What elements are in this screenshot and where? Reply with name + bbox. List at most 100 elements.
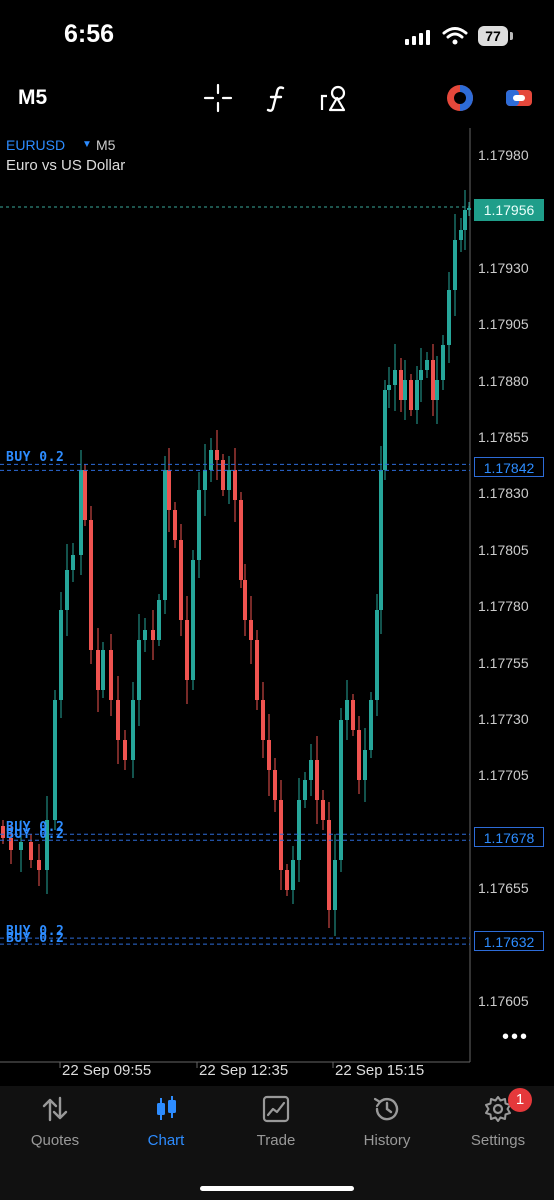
- candle-body: [379, 470, 383, 610]
- order-label[interactable]: BUY 0.2: [6, 931, 64, 946]
- candle-body: [357, 730, 361, 780]
- chart-symbol[interactable]: EURUSD: [6, 137, 65, 153]
- candle-body: [173, 510, 177, 540]
- order-label[interactable]: BUY 0.2: [6, 827, 64, 842]
- order-label[interactable]: BUY 0.2: [6, 450, 64, 465]
- chart-icon: [157, 1096, 176, 1120]
- order-lines: [0, 463, 470, 945]
- price-tick-label: 1.17730: [478, 711, 529, 727]
- more-options-icon[interactable]: •••: [502, 1026, 529, 1049]
- candle-body: [243, 580, 247, 620]
- candle-body: [393, 370, 397, 385]
- candle-body: [279, 800, 283, 870]
- candle-body: [239, 500, 243, 580]
- candle-body: [297, 800, 301, 860]
- candle-body: [203, 470, 207, 490]
- order-price-tag: 1.17842: [474, 457, 544, 478]
- settings-notification-badge: 1: [508, 1088, 532, 1112]
- candle-body: [116, 700, 120, 740]
- candle-body: [96, 650, 100, 690]
- tab-trade[interactable]: Trade: [221, 1088, 331, 1154]
- crosshair-icon[interactable]: [202, 82, 234, 114]
- candle-body: [467, 208, 471, 210]
- candle-body: [291, 860, 295, 890]
- candle-body: [197, 490, 201, 560]
- timeframe-button[interactable]: M5: [18, 86, 47, 110]
- candle-body: [109, 650, 113, 700]
- candle-body: [383, 390, 387, 470]
- candle-body: [255, 640, 259, 700]
- candle-body: [157, 600, 161, 640]
- candle-body: [415, 380, 419, 410]
- candle-body: [65, 570, 69, 610]
- candle-body: [59, 610, 63, 700]
- trading-icon[interactable]: [444, 82, 476, 114]
- tab-settings[interactable]: Settings: [443, 1088, 553, 1154]
- tab-label: History: [363, 1132, 411, 1149]
- candle-body: [321, 800, 325, 820]
- candle-body: [419, 370, 423, 380]
- time-tick-label: 22 Sep 15:15: [335, 1062, 425, 1079]
- battery-indicator: 77: [478, 26, 508, 46]
- candle-body: [151, 630, 155, 640]
- candle-body: [1, 826, 5, 838]
- candle-body: [249, 620, 253, 640]
- candle-body: [463, 210, 467, 230]
- candle-body: [309, 760, 313, 780]
- candle-body: [163, 470, 167, 600]
- chart-timeframe: M5: [96, 137, 116, 153]
- candle-body: [327, 820, 331, 910]
- tab-quotes[interactable]: Quotes: [0, 1088, 110, 1154]
- candle-body: [83, 470, 87, 520]
- objects-icon[interactable]: [319, 82, 351, 114]
- candle-body: [303, 780, 307, 800]
- candle-body: [89, 520, 93, 650]
- candle-body: [261, 700, 265, 740]
- time-tick-label: 22 Sep 12:35: [199, 1062, 289, 1079]
- tab-label: Trade: [256, 1132, 296, 1149]
- candle-body: [441, 345, 445, 380]
- symbol-dropdown-icon[interactable]: ▼: [82, 139, 92, 150]
- tab-history[interactable]: History: [332, 1088, 442, 1154]
- candle-body: [29, 842, 33, 860]
- candle-body: [209, 450, 213, 470]
- price-tick-label: 1.17755: [478, 654, 529, 671]
- wifi-icon: [442, 27, 468, 45]
- price-tick-label: 1.17605: [478, 993, 529, 1009]
- order-price-tag: 1.17678: [474, 827, 544, 848]
- candle-body: [227, 470, 231, 490]
- candle-body: [273, 770, 277, 800]
- candle-body: [369, 700, 373, 750]
- function-icon[interactable]: [261, 82, 293, 114]
- tab-label: Settings: [470, 1132, 526, 1149]
- candle-body: [37, 860, 41, 870]
- candle-body: [387, 385, 391, 390]
- battery-tip: [510, 32, 513, 40]
- home-indicator[interactable]: [200, 1186, 354, 1191]
- price-tick-label: 1.17830: [478, 485, 529, 502]
- tab-chart[interactable]: Chart: [111, 1088, 221, 1154]
- price-chart[interactable]: [0, 128, 554, 1082]
- candle-body: [191, 560, 195, 680]
- current-price-tag: 1.17956: [474, 199, 544, 222]
- price-tick-label: 1.17655: [478, 880, 529, 897]
- price-tick-label: 1.17855: [478, 429, 529, 445]
- candle-body: [233, 470, 237, 500]
- candle-body: [351, 700, 355, 730]
- price-tick-label: 1.17880: [478, 372, 529, 389]
- candle-body: [345, 700, 349, 720]
- one-click-icon[interactable]: [503, 82, 535, 114]
- symbol-description: Euro vs US Dollar: [6, 157, 126, 174]
- quotes-icon: [42, 1096, 68, 1122]
- candle-body: [167, 470, 171, 510]
- candle-body: [215, 450, 219, 460]
- candle-body: [185, 620, 189, 680]
- price-tick-label: 1.17705: [478, 767, 529, 784]
- order-price-tag: 1.17632: [474, 931, 544, 952]
- candle-body: [431, 360, 435, 400]
- candle-body: [409, 380, 413, 410]
- candle-body: [131, 700, 135, 760]
- candle-body: [267, 740, 271, 770]
- candle-body: [459, 230, 463, 240]
- price-tick-label: 1.17905: [478, 316, 529, 333]
